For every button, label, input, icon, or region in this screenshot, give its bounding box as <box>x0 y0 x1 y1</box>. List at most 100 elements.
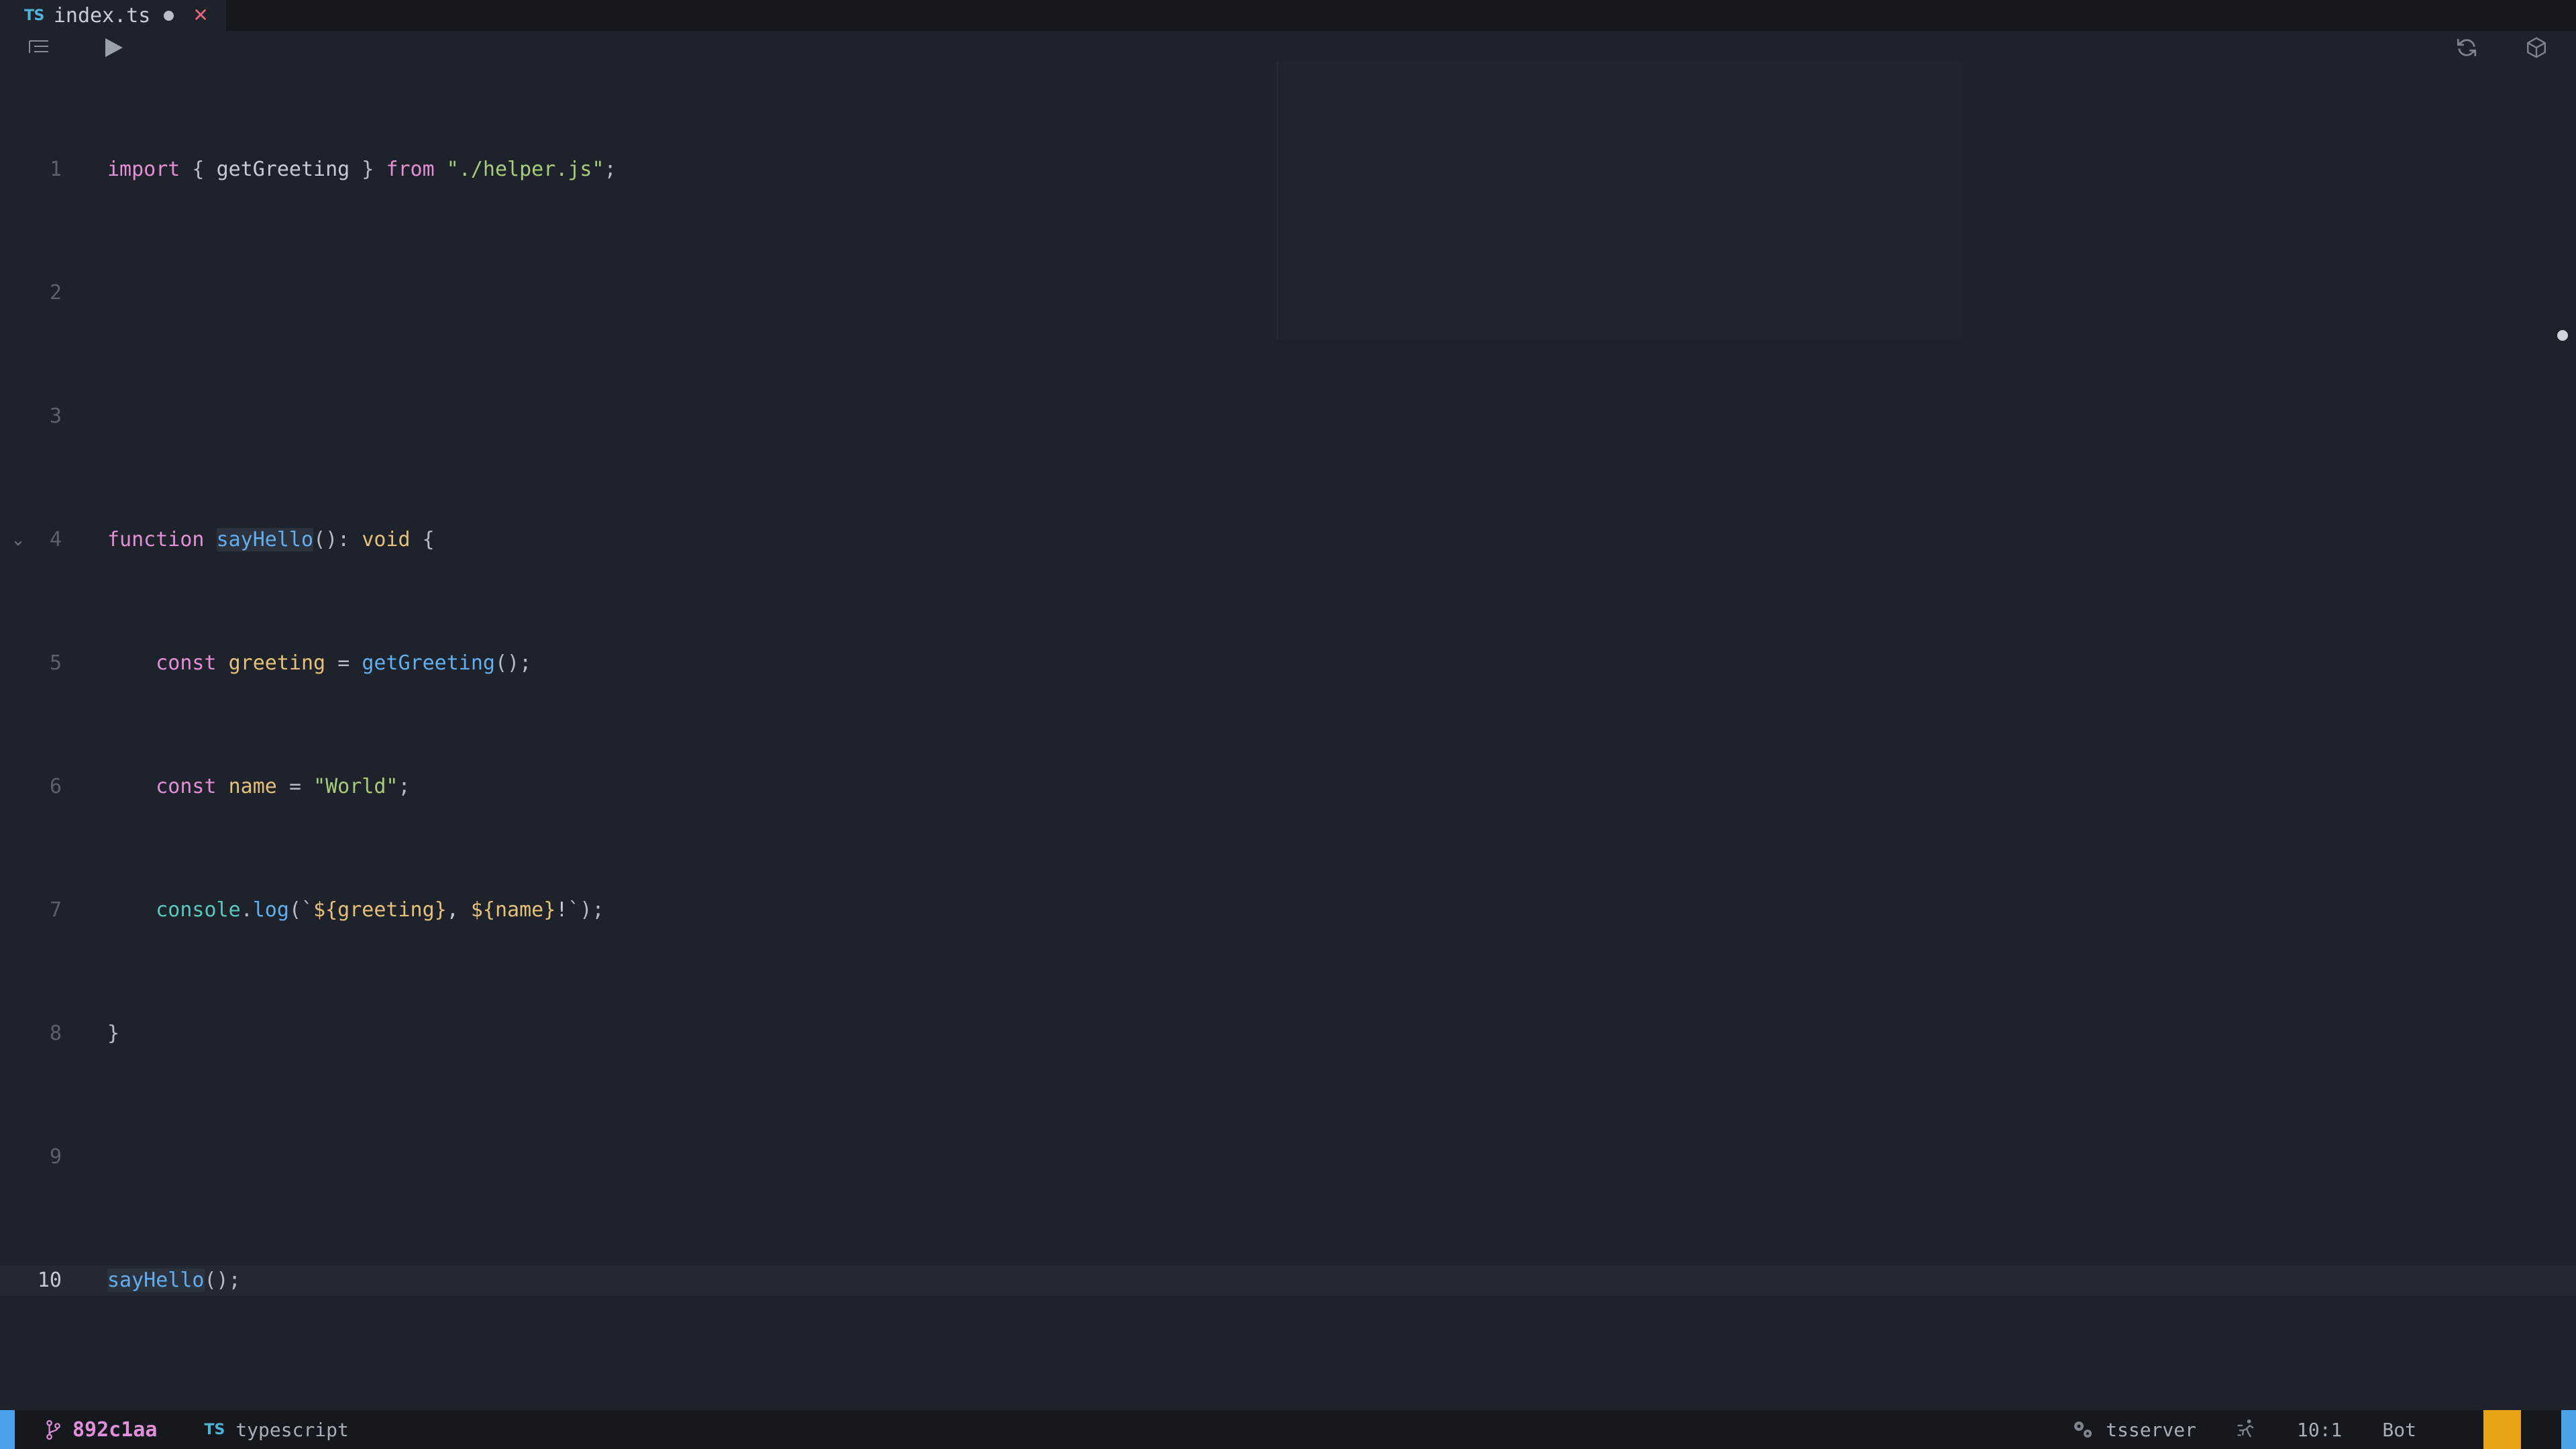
typescript-icon: TS <box>204 1421 225 1438</box>
tab-bar: TS index.ts ✕ <box>0 0 2576 31</box>
token-punct: (` <box>288 898 314 922</box>
tab-label: index.ts <box>53 3 151 28</box>
token-variable: greeting <box>216 651 338 675</box>
token-function-name: sayHello <box>216 528 314 551</box>
token-keyword: import <box>107 158 180 181</box>
token-punct: (): <box>313 528 362 551</box>
run-play-icon[interactable] <box>105 38 123 57</box>
line-number: 8 <box>49 1022 62 1045</box>
code-line[interactable]: 1 import { getGreeting } from "./helper.… <box>0 154 2576 185</box>
status-warning-block[interactable] <box>2483 1410 2521 1449</box>
code-line[interactable]: 3 <box>0 401 2576 432</box>
line-number: 6 <box>49 775 62 798</box>
token-template-text: ! <box>555 898 568 922</box>
code-editor[interactable]: 1 import { getGreeting } from "./helper.… <box>0 62 2576 1410</box>
run-debug-icon[interactable] <box>2237 1418 2257 1441</box>
tab-bar-empty-space <box>225 0 2576 31</box>
status-bar-left: 892c1aa TS typescript <box>15 1418 349 1442</box>
status-accent-block <box>2561 1410 2576 1449</box>
editor-window: TS index.ts ✕ 1 import {getGreeting} f… <box>0 0 2576 1449</box>
token-template-expr: ${name} <box>470 898 556 922</box>
status-tsserver[interactable]: tsserver <box>2071 1419 2196 1441</box>
line-text: sayHello(); <box>107 1265 241 1296</box>
cursor-position-label[interactable]: 10:1 <box>2297 1419 2342 1441</box>
token-punct: ; <box>398 775 411 798</box>
token-method: log <box>252 898 289 922</box>
overview-ruler-marker <box>2557 330 2568 341</box>
token-object: console <box>156 898 241 922</box>
line-text: console.log(`${greeting}, ${name}!`); <box>107 895 604 926</box>
line-number: 1 <box>49 158 62 181</box>
token-punct: (); <box>204 1269 241 1292</box>
code-line[interactable]: 5 const greeting = getGreeting(); <box>0 648 2576 679</box>
status-mode-indicator <box>0 1410 15 1449</box>
tsserver-label: tsserver <box>2106 1418 2196 1441</box>
line-number: 9 <box>49 1145 62 1169</box>
token-string: "./helper.js" <box>446 158 604 181</box>
token-string: "World" <box>313 775 398 798</box>
token-punct: `); <box>568 898 604 922</box>
package-cube-icon[interactable] <box>2525 36 2548 59</box>
editor-actions <box>2455 36 2548 59</box>
token-keyword: from <box>386 158 435 181</box>
token-template-expr: ${greeting} <box>313 898 447 922</box>
code-line[interactable]: 2 <box>0 278 2576 309</box>
token-punct: ; <box>604 158 616 181</box>
token-punct: . <box>240 898 253 922</box>
token-identifier: getGreeting <box>216 158 350 181</box>
line-number: 4 <box>49 528 62 551</box>
unsaved-changes-icon <box>164 10 174 21</box>
line-number: 5 <box>49 651 62 675</box>
token-operator: = <box>288 775 314 798</box>
line-number: 10 <box>37 1269 62 1292</box>
close-icon[interactable]: ✕ <box>193 6 208 25</box>
token-punct: { <box>180 158 217 181</box>
token-punct: (); <box>495 651 532 675</box>
line-text: function sayHello(): void { <box>107 525 435 555</box>
token-punct: { <box>410 528 435 551</box>
code-line-active[interactable]: 10 sayHello(); <box>0 1265 2576 1296</box>
status-language[interactable]: TS typescript <box>204 1419 348 1441</box>
line-text: } <box>107 1018 119 1049</box>
line-number: 3 <box>49 405 62 428</box>
line-number: 7 <box>49 898 62 922</box>
line-text: const greeting = getGreeting(); <box>107 648 531 679</box>
code-line[interactable]: 6 const name = "World"; <box>0 771 2576 802</box>
editor-toolbar <box>0 31 2576 62</box>
token-punct: } <box>107 1022 120 1045</box>
token-type: void <box>362 528 411 551</box>
line-text: import { getGreeting } from "./helper.js… <box>107 154 616 185</box>
code-line[interactable]: 9 <box>0 1142 2576 1173</box>
code-line[interactable]: 8 } <box>0 1018 2576 1049</box>
token-punct: } <box>350 158 386 181</box>
token-keyword: const <box>156 775 217 798</box>
token-operator: = <box>337 651 362 675</box>
typescript-file-icon: TS <box>24 7 44 24</box>
token-keyword: const <box>156 651 217 675</box>
tab-index-ts[interactable]: TS index.ts ✕ <box>0 0 226 31</box>
token-keyword: function <box>107 528 205 551</box>
token-function-call: getGreeting <box>362 651 495 675</box>
status-bar-right: tsserver 10:1 Bot <box>2071 1410 2576 1449</box>
refresh-icon[interactable] <box>2455 36 2478 59</box>
token-template-text: , <box>446 898 471 922</box>
git-branch-label: 892c1aa <box>72 1417 158 1442</box>
outline-icon[interactable] <box>29 39 49 55</box>
git-branch-icon <box>44 1419 62 1440</box>
token-function-call: sayHello <box>107 1269 205 1292</box>
code-line[interactable]: 7 console.log(`${greeting}, ${name}!`); <box>0 895 2576 926</box>
code-content: 1 import { getGreeting } from "./helper.… <box>0 62 2576 1389</box>
code-line[interactable]: ⌄ 4 function sayHello(): void { <box>0 525 2576 555</box>
status-git-branch[interactable]: 892c1aa <box>44 1418 157 1442</box>
gears-icon <box>2071 1419 2095 1440</box>
line-text: const name = "World"; <box>107 771 411 802</box>
mode-label[interactable]: Bot <box>2382 1419 2416 1441</box>
status-bar: 892c1aa TS typescript tsserver 10:1 Bot <box>0 1410 2576 1449</box>
language-label: typescript <box>235 1418 349 1441</box>
line-number: 2 <box>49 281 62 305</box>
